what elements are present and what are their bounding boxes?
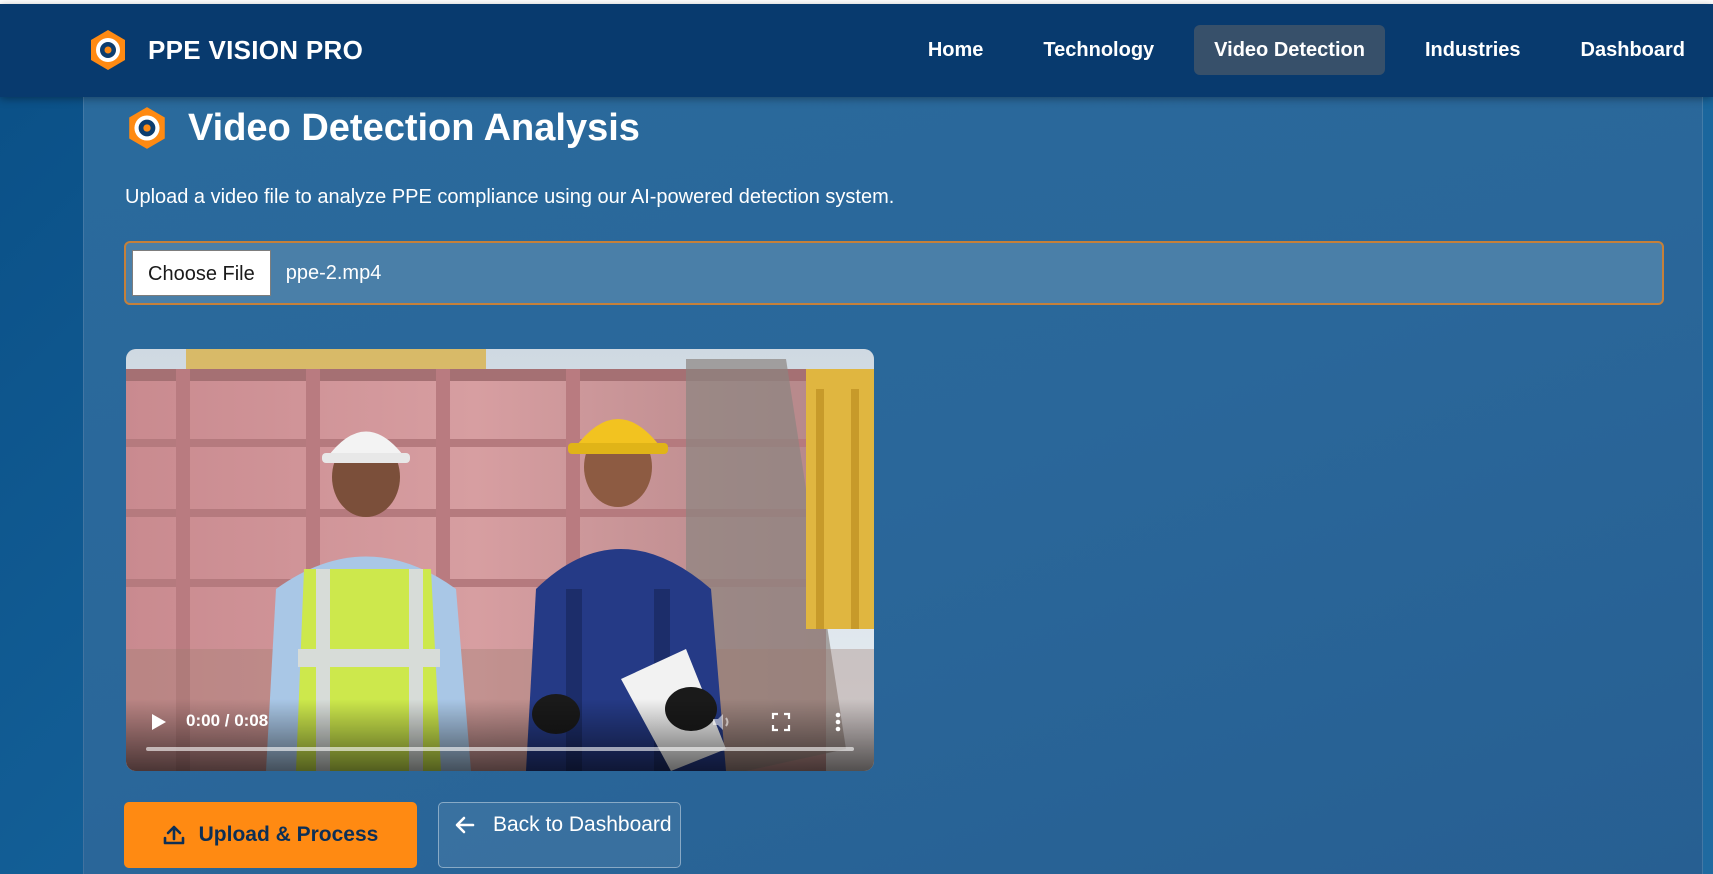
nav-video-detection[interactable]: Video Detection [1194,25,1385,75]
video-detection-panel: Video Detection Analysis Upload a video … [83,97,1703,874]
nav-industries[interactable]: Industries [1405,25,1541,75]
nav-technology[interactable]: Technology [1023,25,1174,75]
main-nav: Home Technology Video Detection Industri… [888,25,1705,75]
play-icon[interactable] [148,712,168,732]
upload-process-label: Upload & Process [198,823,379,846]
navbar: PPE VISION PRO Home Technology Video Det… [0,4,1713,97]
video-player[interactable]: 0:00 / 0:08 [126,349,874,771]
brand-name: PPE VISION PRO [148,34,364,65]
mute-icon[interactable] [711,712,733,732]
upload-process-button[interactable]: Upload & Process [124,802,417,868]
arrow-left-icon [455,816,475,834]
choose-file-button[interactable]: Choose File [132,250,271,296]
video-controls: 0:00 / 0:08 [126,699,874,771]
back-to-dashboard-button[interactable]: Back to Dashboard [438,802,681,868]
fullscreen-icon[interactable] [771,712,791,732]
nav-dashboard[interactable]: Dashboard [1561,25,1705,75]
back-button-content: Back to Dashboard [455,813,672,837]
ppe-eye-logo-icon [129,107,165,149]
video-progress-bar[interactable] [146,747,854,751]
file-input[interactable]: Choose File ppe-2.mp4 [124,241,1664,305]
more-options-icon[interactable] [833,711,843,733]
video-time: 0:00 / 0:08 [186,711,269,730]
page-title: Video Detection Analysis [188,106,640,149]
ppe-eye-logo-icon [91,30,125,70]
back-to-dashboard-label: Back to Dashboard [493,813,672,836]
page-header: Video Detection Analysis [124,105,640,151]
nav-home[interactable]: Home [908,25,1004,75]
page-subtitle: Upload a video file to analyze PPE compl… [125,186,895,208]
brand[interactable]: PPE VISION PRO [86,28,363,72]
upload-icon [163,825,184,845]
selected-file-name: ppe-2.mp4 [285,261,382,284]
